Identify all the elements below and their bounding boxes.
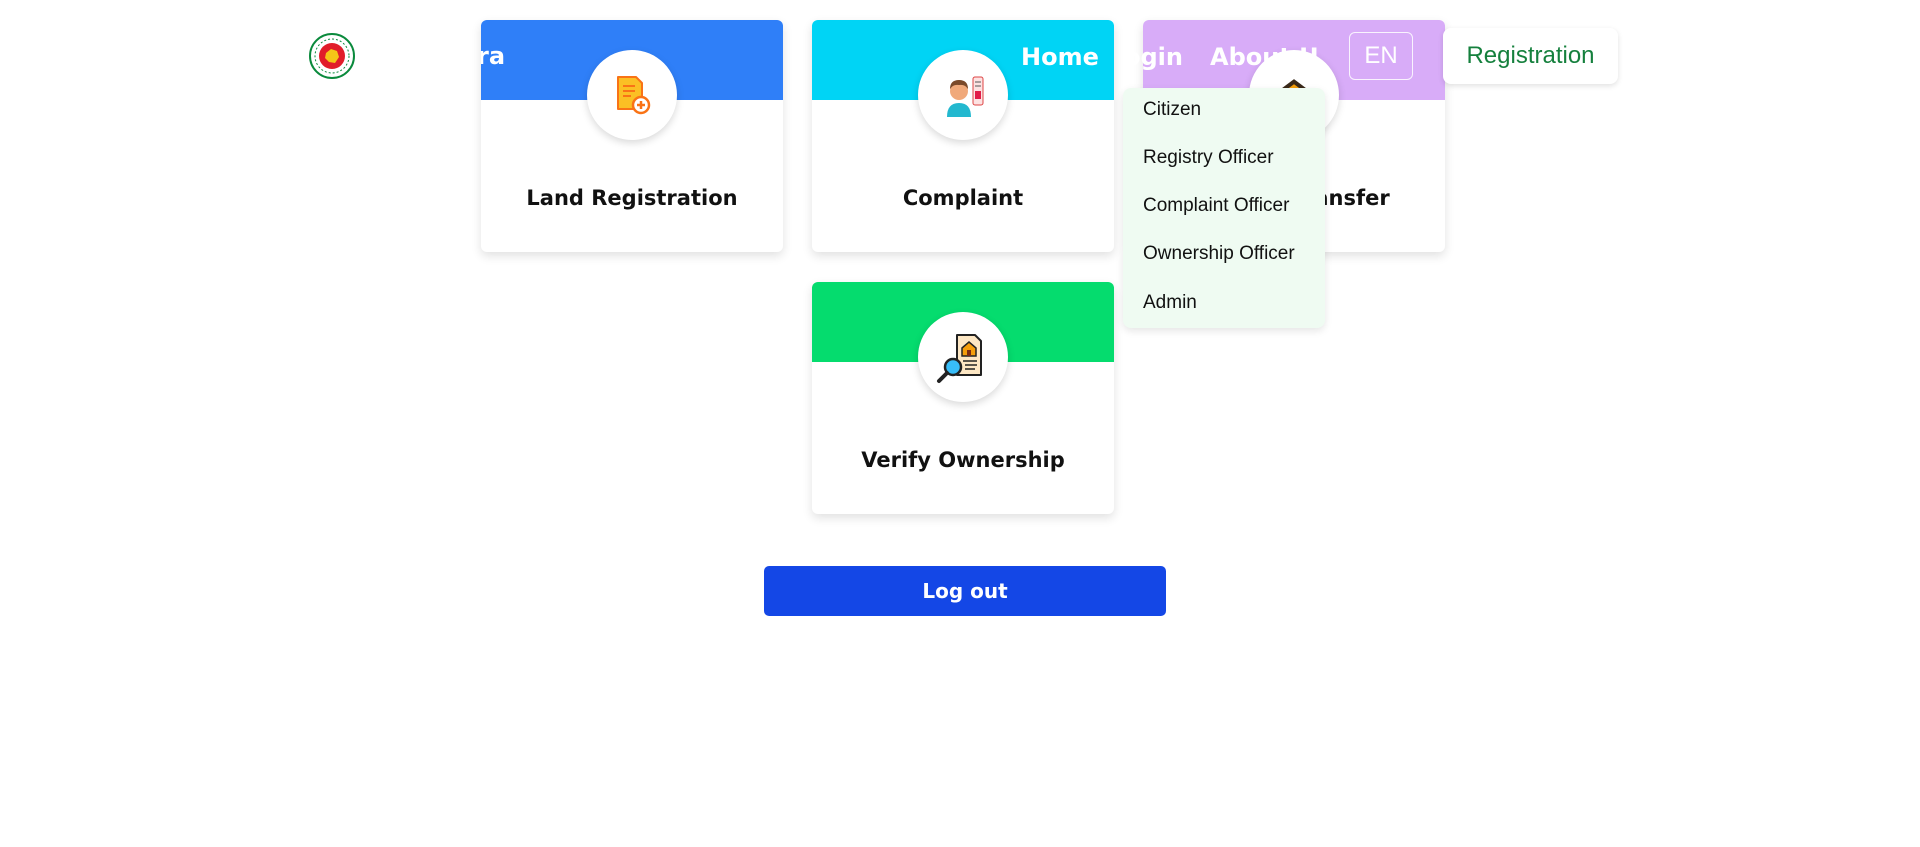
- dropdown-item-complaint-officer[interactable]: Complaint Officer: [1143, 195, 1289, 217]
- dropdown-item-registry-officer[interactable]: Registry Officer: [1143, 147, 1274, 169]
- language-toggle-button[interactable]: EN: [1349, 32, 1413, 80]
- nav-login-link[interactable]: ogin: [1124, 43, 1183, 71]
- registration-button[interactable]: Registration: [1443, 28, 1618, 84]
- dropdown-item-admin[interactable]: Admin: [1143, 292, 1197, 314]
- card-land-registration[interactable]: ra Land Registration: [481, 20, 783, 252]
- logout-button[interactable]: Log out: [764, 566, 1166, 616]
- card-title: Complaint: [902, 186, 1024, 210]
- nav-home-link[interactable]: Home: [1021, 43, 1099, 71]
- bangladesh-govt-logo[interactable]: [309, 33, 355, 79]
- document-add-icon: [587, 50, 677, 140]
- search-document-icon: [918, 312, 1008, 402]
- person-complaint-icon: [918, 50, 1008, 140]
- nav-about-link[interactable]: About Us: [1210, 43, 1318, 71]
- card-title: Land Registration: [526, 186, 738, 210]
- nav-about-link-clip: About Us: [1210, 40, 1318, 74]
- card-title: Verify Ownership: [861, 448, 1065, 472]
- dropdown-item-ownership-officer[interactable]: Ownership Officer: [1143, 243, 1295, 265]
- card-verify-ownership[interactable]: Verify Ownership: [812, 282, 1114, 514]
- brand-text-fragment: ra: [481, 42, 506, 70]
- dropdown-item-citizen[interactable]: Citizen: [1143, 99, 1201, 121]
- registration-dropdown-menu: Citizen Registry Officer Complaint Offic…: [1123, 88, 1325, 328]
